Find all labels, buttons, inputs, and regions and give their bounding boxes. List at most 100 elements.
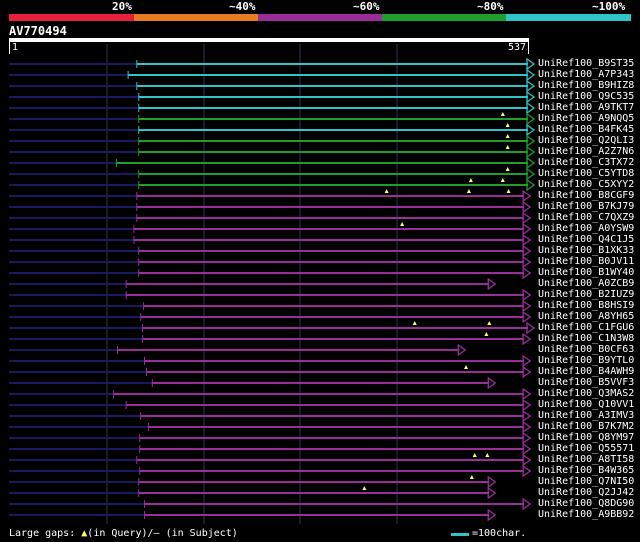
hit-label[interactable]: UniRef100_Q8DG90 xyxy=(538,498,634,509)
hit-label[interactable]: UniRef100_B9HIZ8 xyxy=(538,80,634,91)
query-gap-icon xyxy=(472,453,477,457)
hit-label[interactable]: UniRef100_A3IMV3 xyxy=(538,410,634,421)
query-gap-icon xyxy=(384,189,389,193)
alignment-arrow-icon xyxy=(487,376,497,390)
alignment-arrow-icon xyxy=(522,365,532,379)
query-gap-icon xyxy=(505,123,510,127)
hit-label[interactable]: UniRef100_A9TKT7 xyxy=(538,102,634,113)
alignment-arrow-icon xyxy=(487,508,497,522)
alignment-arrow-icon xyxy=(526,68,536,82)
hit-label[interactable]: UniRef100_A8YH65 xyxy=(538,311,634,322)
query-gap-icon xyxy=(469,475,474,479)
alignment-arrow-icon xyxy=(522,266,532,280)
hit-label[interactable]: UniRef100_B8HSI9 xyxy=(538,300,634,311)
alignment-arrow-icon xyxy=(526,57,536,71)
alignment-arrow-icon xyxy=(487,277,497,291)
alignment-arrow-icon xyxy=(487,475,497,489)
hit-label[interactable]: UniRef100_Q55571 xyxy=(538,443,634,454)
alignment-arrow-icon xyxy=(522,431,532,445)
alignment-arrow-icon xyxy=(522,420,532,434)
hit-label[interactable]: UniRef100_B7K7M2 xyxy=(538,421,634,432)
hit-label[interactable]: UniRef100_B0CF63 xyxy=(538,344,634,355)
alignment-arrow-icon xyxy=(522,442,532,456)
alignment-arrow-icon xyxy=(526,101,536,115)
alignment-arrow-icon xyxy=(522,409,532,423)
gap-legend: Large gaps: ▲(in Query)/— (in Subject) xyxy=(9,528,238,540)
hit-label[interactable]: UniRef100_C3TX72 xyxy=(538,157,634,168)
hit-label[interactable]: UniRef100_B2IUZ9 xyxy=(538,289,634,300)
query-gap-icon xyxy=(412,321,417,325)
query-gap-icon xyxy=(464,365,469,369)
hit-label[interactable]: UniRef100_C1N3W8 xyxy=(538,333,634,344)
alignment-arrow-icon xyxy=(526,112,536,126)
alignment-arrow-icon xyxy=(526,79,536,93)
query-gap-icon xyxy=(485,453,490,457)
hit-label[interactable]: UniRef100_B8CGF9 xyxy=(538,190,634,201)
alignment-arrow-icon xyxy=(526,178,536,192)
alignment-arrow-icon xyxy=(522,299,532,313)
hit-label[interactable]: UniRef100_B4AWH9 xyxy=(538,366,634,377)
scale-bar-icon xyxy=(451,533,469,536)
alignment-arrow-icon xyxy=(522,354,532,368)
query-gap-icon xyxy=(487,321,492,325)
query-gap-icon xyxy=(500,112,505,116)
alignment-arrow-icon xyxy=(522,497,532,511)
hit-label[interactable]: UniRef100_A9BB92 xyxy=(538,509,634,520)
hit-label[interactable]: UniRef100_C7QXZ9 xyxy=(538,212,634,223)
hit-label[interactable]: UniRef100_B9ST35 xyxy=(538,58,634,69)
hit-label[interactable]: UniRef100_B9YTL0 xyxy=(538,355,634,366)
hit-label[interactable]: UniRef100_A0YSW9 xyxy=(538,223,634,234)
alignment-arrow-icon xyxy=(522,233,532,247)
alignment-arrow-icon xyxy=(522,222,532,236)
gap-legend-prefix: Large gaps: xyxy=(9,528,76,539)
alignment-arrow-icon xyxy=(526,321,536,335)
hit-label[interactable]: UniRef100_Q7NI50 xyxy=(538,476,634,487)
alignment-arrow-icon xyxy=(526,134,536,148)
hit-label[interactable]: UniRef100_A0ZCB9 xyxy=(538,278,634,289)
hit-label[interactable]: UniRef100_B1XK33 xyxy=(538,245,634,256)
hit-label[interactable]: UniRef100_B7KJ79 xyxy=(538,201,634,212)
hit-label[interactable]: UniRef100_B0JV11 xyxy=(538,256,634,267)
hit-label[interactable]: UniRef100_Q10VV1 xyxy=(538,399,634,410)
query-gap-icon xyxy=(466,189,471,193)
hit-label[interactable]: UniRef100_A2Z7N6 xyxy=(538,146,634,157)
scale-label: =100char. xyxy=(472,528,527,539)
hit-label[interactable]: UniRef100_A8TI58 xyxy=(538,454,634,465)
hit-label[interactable]: UniRef100_Q4C1J5 xyxy=(538,234,634,245)
query-gap-icon xyxy=(362,486,367,490)
alignment-arrow-icon xyxy=(522,200,532,214)
hit-label[interactable]: UniRef100_B4W365 xyxy=(538,465,634,476)
alignment-arrow-icon xyxy=(526,145,536,159)
alignment-arrow-icon xyxy=(526,123,536,137)
hit-label[interactable]: UniRef100_B4FK45 xyxy=(538,124,634,135)
query-gap-icon xyxy=(400,222,405,226)
query-gap-icon xyxy=(506,189,511,193)
alignment-arrow-icon xyxy=(457,343,467,357)
hit-label[interactable]: UniRef100_B1WY40 xyxy=(538,267,634,278)
hit-label[interactable]: UniRef100_B5VVF3 xyxy=(538,377,634,388)
hit-label[interactable]: UniRef100_Q2QLI3 xyxy=(538,135,634,146)
alignment-arrow-icon xyxy=(522,288,532,302)
hit-label[interactable]: UniRef100_C5YTD8 xyxy=(538,168,634,179)
query-gap-icon xyxy=(468,178,473,182)
query-gap-icon xyxy=(505,145,510,149)
hit-label[interactable]: UniRef100_C5XYY2 xyxy=(538,179,634,190)
alignment-arrow-icon xyxy=(522,310,532,324)
hit-label[interactable]: UniRef100_A7P343 xyxy=(538,69,634,80)
alignment-arrow-icon xyxy=(526,167,536,181)
alignment-arrow-icon xyxy=(522,398,532,412)
hit-label[interactable]: UniRef100_Q2JJ42 xyxy=(538,487,634,498)
hit-label[interactable]: UniRef100_Q3MAS2 xyxy=(538,388,634,399)
alignment-arrow-icon xyxy=(522,211,532,225)
query-gap-icon xyxy=(505,134,510,138)
alignment-arrow-icon xyxy=(526,90,536,104)
hit-label[interactable]: UniRef100_Q8YM97 xyxy=(538,432,634,443)
alignment-arrow-icon xyxy=(487,486,497,500)
hit-label[interactable]: UniRef100_Q9C535 xyxy=(538,91,634,102)
alignment-arrow-icon xyxy=(522,244,532,258)
alignment-arrow-icon xyxy=(522,189,532,203)
hit-label[interactable]: UniRef100_A9NQQ5 xyxy=(538,113,634,124)
query-gap-icon xyxy=(505,167,510,171)
alignment-arrow-icon xyxy=(522,255,532,269)
hit-label[interactable]: UniRef100_C1FGU6 xyxy=(538,322,634,333)
